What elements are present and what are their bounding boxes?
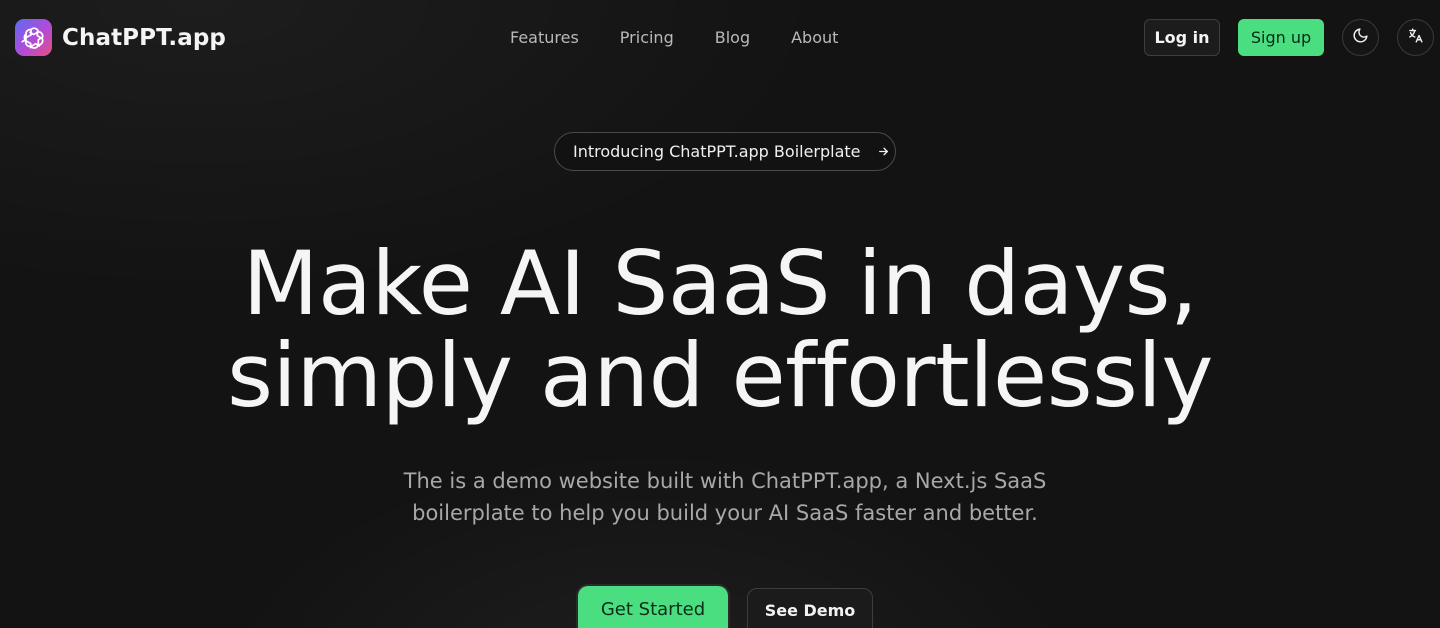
nav-pricing[interactable]: Pricing — [620, 27, 674, 49]
brand-name: ChatPPT.app — [62, 24, 226, 51]
nav-about[interactable]: About — [791, 27, 838, 49]
headline-line-1: Make AI SaaS in days, — [242, 232, 1198, 335]
announcement-text: Introducing ChatPPT.app Boilerplate — [573, 142, 861, 161]
hero-headline: Make AI SaaS in days, simply and effortl… — [0, 238, 1440, 422]
main-nav: Features Pricing Blog About — [510, 27, 879, 49]
see-demo-button[interactable]: See Demo — [747, 588, 873, 628]
theme-toggle-button[interactable] — [1342, 19, 1379, 56]
subtitle-line-1: The is a demo website built with ChatPPT… — [403, 469, 1047, 493]
logo-icon — [15, 19, 52, 56]
moon-icon — [1352, 27, 1369, 48]
brand[interactable]: ChatPPT.app — [15, 19, 226, 56]
language-button[interactable] — [1397, 19, 1434, 56]
translate-icon — [1407, 27, 1424, 48]
nav-features[interactable]: Features — [510, 27, 579, 49]
headline-line-2: simply and effortlessly — [227, 324, 1213, 427]
arrow-right-icon — [877, 145, 890, 158]
get-started-button[interactable]: Get Started — [578, 586, 728, 628]
signup-button[interactable]: Sign up — [1238, 19, 1324, 56]
login-button[interactable]: Log in — [1144, 19, 1220, 56]
hero-subtitle: The is a demo website built with ChatPPT… — [400, 465, 1050, 529]
landing-page: ChatPPT.app Features Pricing Blog About … — [0, 0, 1440, 628]
subtitle-line-2: boilerplate to help you build your AI Sa… — [412, 501, 1038, 525]
nav-blog[interactable]: Blog — [715, 27, 750, 49]
announcement-pill[interactable]: Introducing ChatPPT.app Boilerplate — [554, 132, 896, 171]
